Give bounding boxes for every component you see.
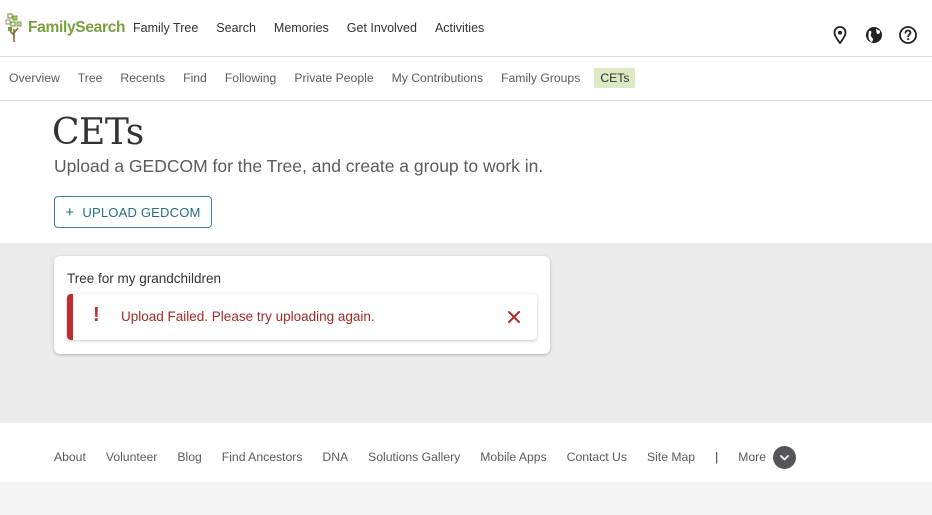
content-area: Tree for my grandchildren ! Upload Faile… <box>0 243 932 423</box>
page-subtitle: Upload a GEDCOM for the Tree, and create… <box>54 156 544 176</box>
family-tree-subnav: Overview Tree Recents Find Following Pri… <box>0 57 932 101</box>
subnav-tree[interactable]: Tree <box>72 68 109 88</box>
subnav-family-groups[interactable]: Family Groups <box>495 68 586 88</box>
error-message: Upload Failed. Please try uploading agai… <box>121 309 375 324</box>
globe-icon[interactable] <box>864 25 884 45</box>
top-header: FamilySearch Family Tree Search Memories… <box>0 0 932 57</box>
logo-text: FamilySearch <box>28 19 126 36</box>
footer: About Volunteer Blog Find Ancestors DNA … <box>0 432 932 482</box>
subnav-following[interactable]: Following <box>219 68 282 88</box>
footer-link-find-ancestors[interactable]: Find Ancestors <box>222 450 303 464</box>
footer-separator: | <box>715 450 719 464</box>
tree-card: Tree for my grandchildren ! Upload Faile… <box>54 256 550 354</box>
footer-link-mobile-apps[interactable]: Mobile Apps <box>480 450 546 464</box>
footer-link-volunteer[interactable]: Volunteer <box>106 450 158 464</box>
footer-link-blog[interactable]: Blog <box>177 450 201 464</box>
nav-search[interactable]: Search <box>216 21 256 35</box>
help-icon[interactable] <box>898 25 918 45</box>
chevron-down-icon <box>773 445 797 469</box>
subnav-find[interactable]: Find <box>177 68 213 88</box>
main-nav: Family Tree Search Memories Get Involved… <box>124 0 493 56</box>
close-icon[interactable] <box>506 309 522 325</box>
nav-family-tree[interactable]: Family Tree <box>133 21 198 35</box>
subnav-overview[interactable]: Overview <box>3 68 66 88</box>
footer-link-dna[interactable]: DNA <box>322 450 348 464</box>
nav-get-involved[interactable]: Get Involved <box>347 21 417 35</box>
footer-more-label: More <box>738 450 767 464</box>
subnav-my-contributions[interactable]: My Contributions <box>386 68 489 88</box>
footer-link-site-map[interactable]: Site Map <box>647 450 695 464</box>
footer-link-about[interactable]: About <box>54 450 86 464</box>
plus-icon: + <box>65 203 75 221</box>
footer-more-button[interactable]: More <box>738 445 797 469</box>
familysearch-logo[interactable]: FamilySearch <box>5 13 126 43</box>
upload-gedcom-button[interactable]: + UPLOAD GEDCOM <box>54 196 212 228</box>
tree-name: Tree for my grandchildren <box>67 271 222 286</box>
nav-activities[interactable]: Activities <box>435 21 484 35</box>
page-title: CETs <box>52 112 144 153</box>
subnav-private-people[interactable]: Private People <box>288 68 379 88</box>
error-accent-bar <box>67 294 73 340</box>
footer-link-contact-us[interactable]: Contact Us <box>567 450 627 464</box>
upload-error-alert: ! Upload Failed. Please try uploading ag… <box>67 294 537 340</box>
subnav-recents[interactable]: Recents <box>114 68 171 88</box>
location-pin-icon[interactable] <box>830 25 850 45</box>
header-icons <box>816 25 918 45</box>
nav-memories[interactable]: Memories <box>274 21 329 35</box>
upload-gedcom-label: UPLOAD GEDCOM <box>82 204 201 220</box>
footer-link-solutions-gallery[interactable]: Solutions Gallery <box>368 450 460 464</box>
subnav-cets[interactable]: CETs <box>594 68 636 88</box>
error-exclamation-icon: ! <box>93 304 100 326</box>
logo-tree-icon <box>5 13 22 42</box>
bottom-strip <box>0 482 932 515</box>
